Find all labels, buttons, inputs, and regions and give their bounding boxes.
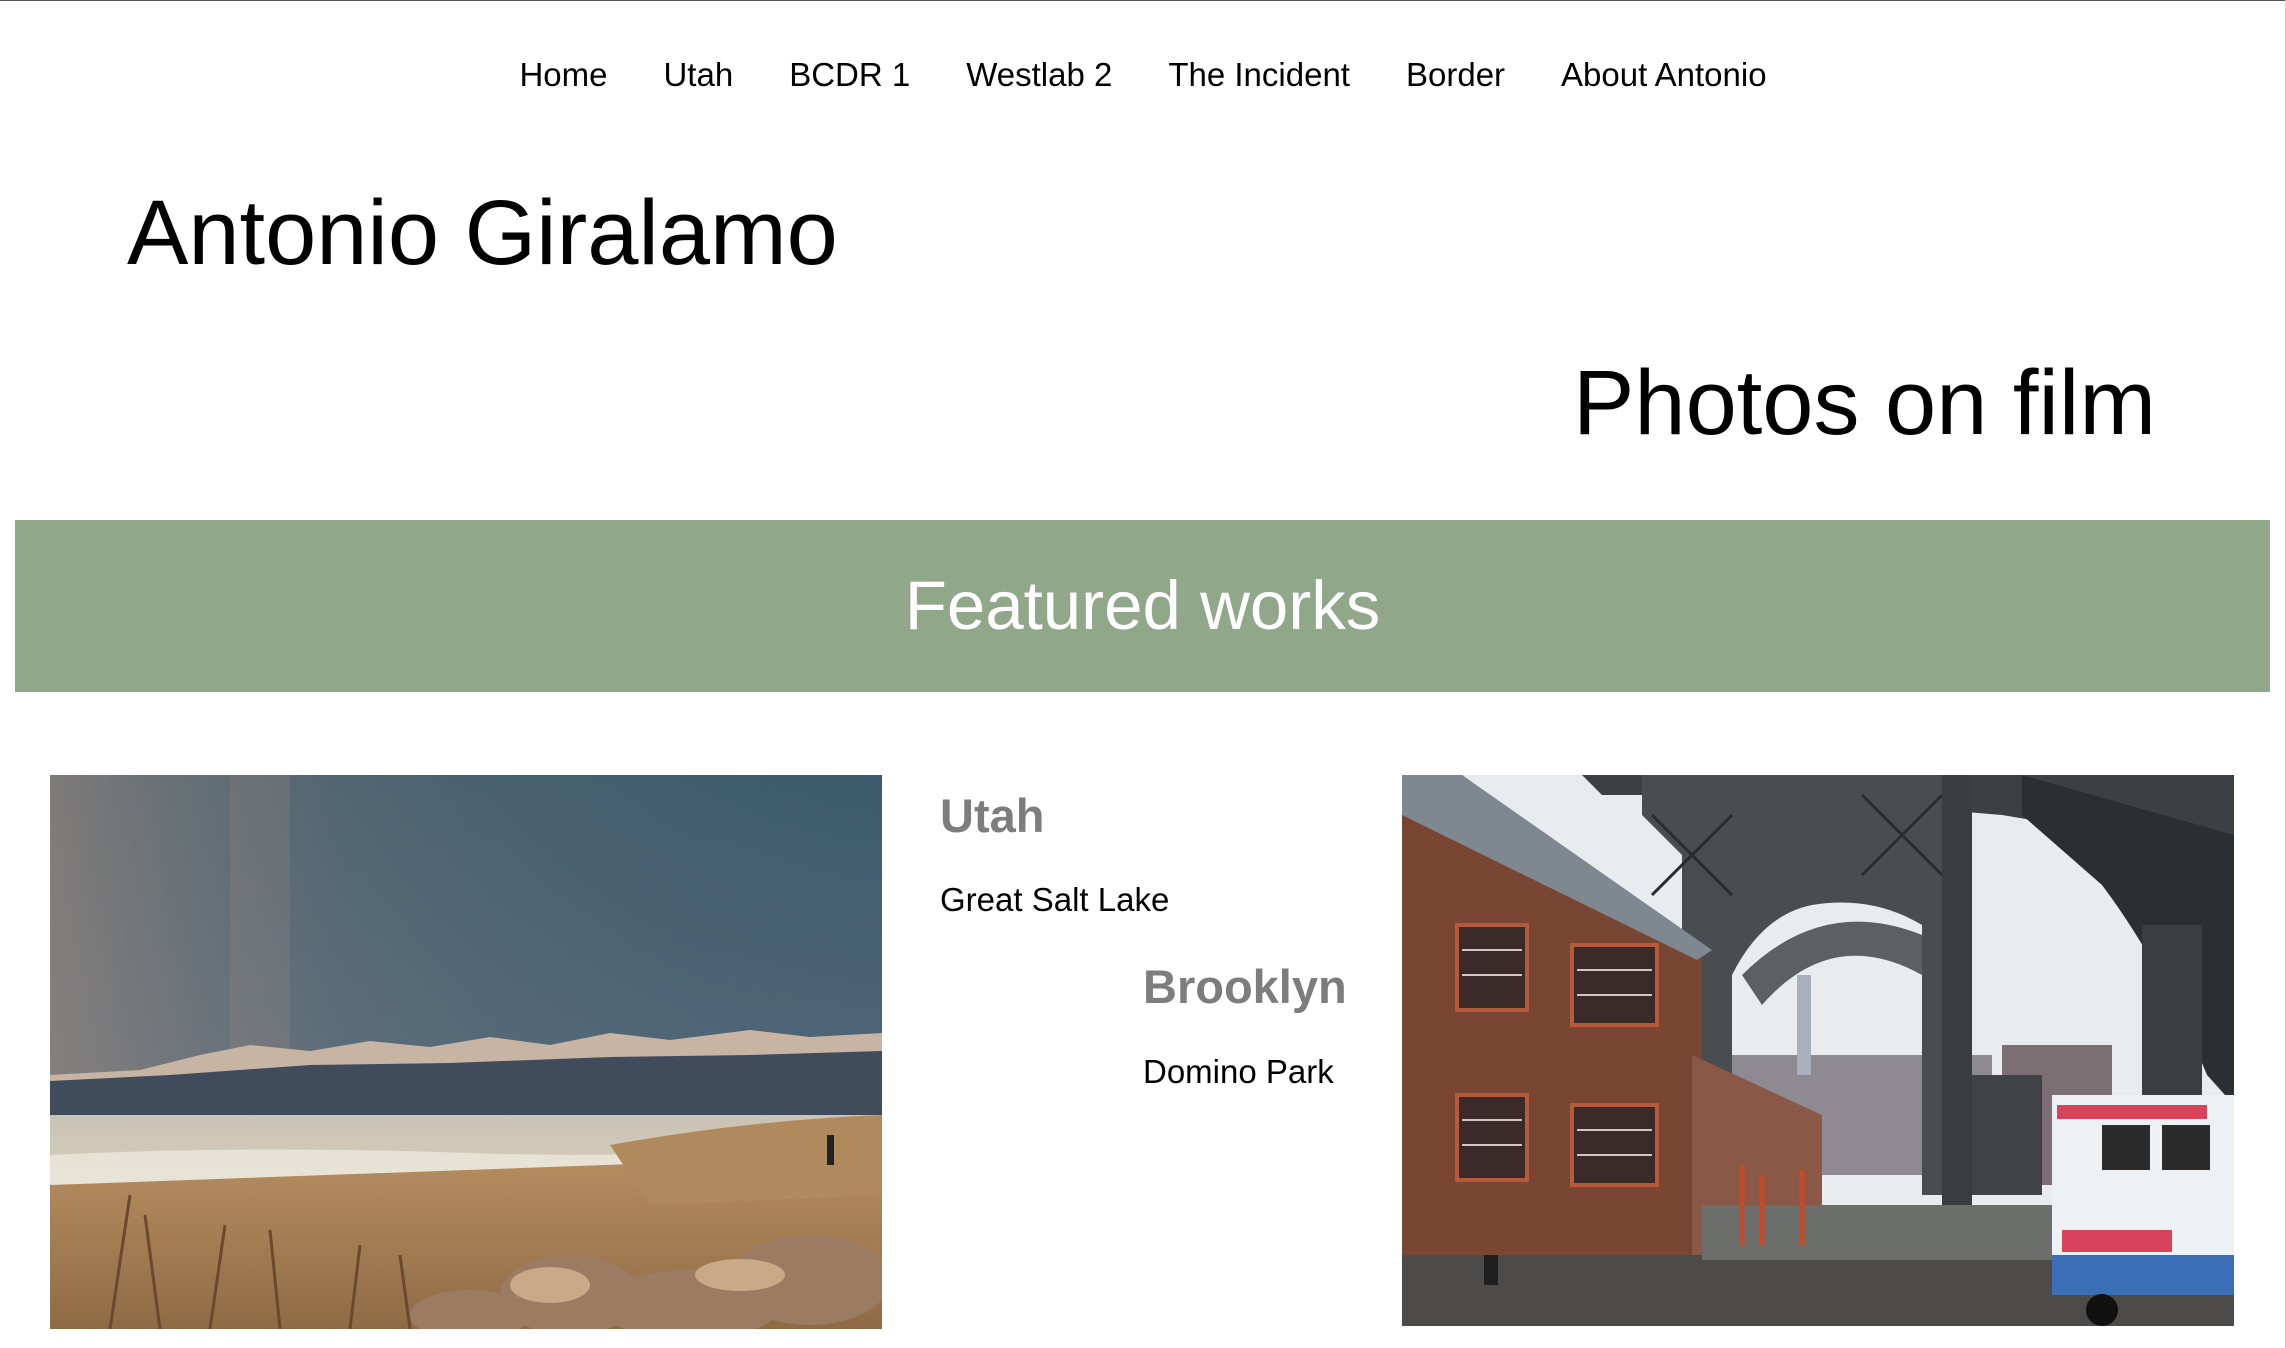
main-navigation: Home Utah BCDR 1 Westlab 2 The Incident … [0, 50, 2286, 100]
site-title: Antonio Giralamo [127, 182, 838, 284]
nav-westlab-2[interactable]: Westlab 2 [966, 50, 1112, 100]
utah-caption-subtitle: Great Salt Lake [940, 881, 1170, 918]
nav-border[interactable]: Border [1406, 50, 1505, 100]
great-salt-lake-image [50, 775, 882, 1329]
nav-the-incident[interactable]: The Incident [1168, 50, 1350, 100]
nav-utah[interactable]: Utah [663, 50, 733, 100]
nav-bcdr-1[interactable]: BCDR 1 [789, 50, 910, 100]
williamsburg-bridge-photo[interactable] [1402, 775, 2234, 1326]
brooklyn-caption-subtitle: Domino Park [1143, 1053, 1334, 1090]
brooklyn-bridge-image [1402, 775, 2234, 1326]
utah-caption-title[interactable]: Utah [940, 788, 1044, 844]
featured-works-band: Featured works [15, 520, 2270, 692]
site-tagline: Photos on film [1573, 352, 2156, 454]
nav-about-antonio[interactable]: About Antonio [1561, 50, 1767, 100]
nav-home[interactable]: Home [519, 50, 607, 100]
top-border [0, 0, 2286, 1]
great-salt-lake-photo[interactable] [50, 775, 882, 1329]
brooklyn-caption-title[interactable]: Brooklyn [1143, 959, 1347, 1015]
featured-works-heading: Featured works [904, 567, 1381, 644]
